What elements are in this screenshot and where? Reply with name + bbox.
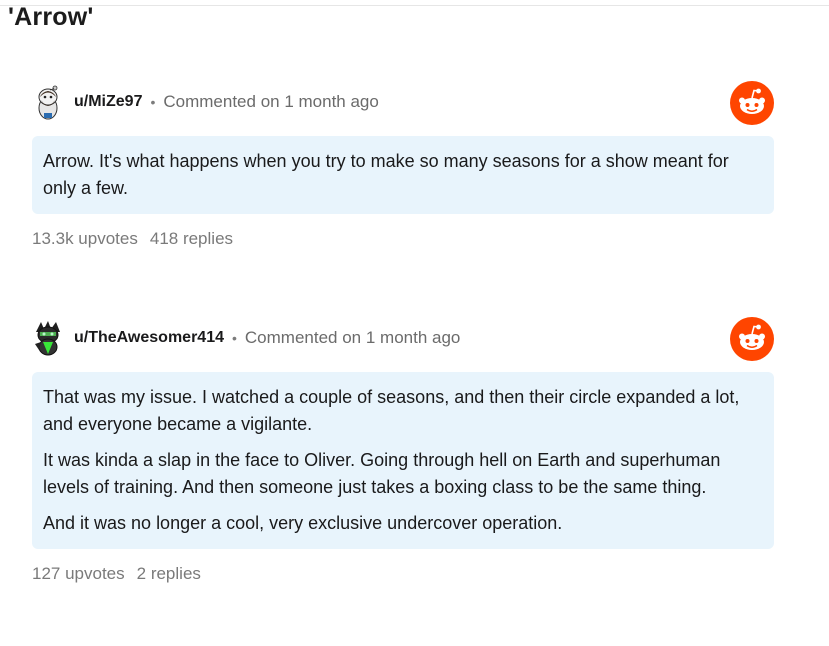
- comment-timestamp: Commented on 1 month ago: [163, 92, 379, 111]
- comment-header: u/TheAwesomer414 • Commented on 1 month …: [32, 317, 774, 361]
- comment-paragraph: That was my issue. I watched a couple of…: [43, 387, 740, 434]
- page-heading: 'Arrow': [8, 3, 94, 31]
- comment-paragraph: Arrow. It's what happens when you try to…: [43, 151, 729, 198]
- comment-paragraph: And it was no longer a cool, very exclus…: [43, 513, 563, 533]
- comment-stats: 127 upvotes 2 replies: [32, 564, 774, 584]
- user-avatar[interactable]: [32, 82, 64, 122]
- reply-count[interactable]: 2 replies: [137, 564, 201, 584]
- snoo-avatar-icon: [38, 85, 58, 120]
- comment-card: u/MiZe97 • Commented on 1 month ago Arro…: [32, 81, 774, 249]
- comment-stats: 13.3k upvotes 418 replies: [32, 229, 774, 249]
- comment-card: u/TheAwesomer414 • Commented on 1 month …: [32, 317, 774, 584]
- comment-body: That was my issue. I watched a couple of…: [32, 372, 774, 549]
- reddit-logo-icon[interactable]: [730, 317, 774, 361]
- comment-paragraph: It was kinda a slap in the face to Olive…: [43, 450, 721, 497]
- comment-username[interactable]: u/TheAwesomer414: [74, 329, 224, 347]
- top-divider: [0, 5, 829, 6]
- reply-count[interactable]: 418 replies: [150, 229, 233, 249]
- separator-dot: •: [150, 94, 156, 110]
- comment-timestamp: Commented on 1 month ago: [244, 328, 461, 347]
- upvote-count: 127 upvotes: [32, 564, 125, 583]
- separator-dot: •: [232, 330, 237, 346]
- comment-username[interactable]: u/MiZe97: [74, 93, 142, 111]
- comment-header: u/MiZe97 • Commented on 1 month ago: [32, 81, 774, 125]
- upvote-count: 13.3k upvotes: [32, 229, 138, 248]
- comment-body: Arrow. It's what happens when you try to…: [32, 136, 774, 214]
- snoo-avatar-icon: [35, 321, 60, 356]
- user-avatar[interactable]: [32, 318, 64, 358]
- reddit-logo-icon[interactable]: [730, 81, 774, 125]
